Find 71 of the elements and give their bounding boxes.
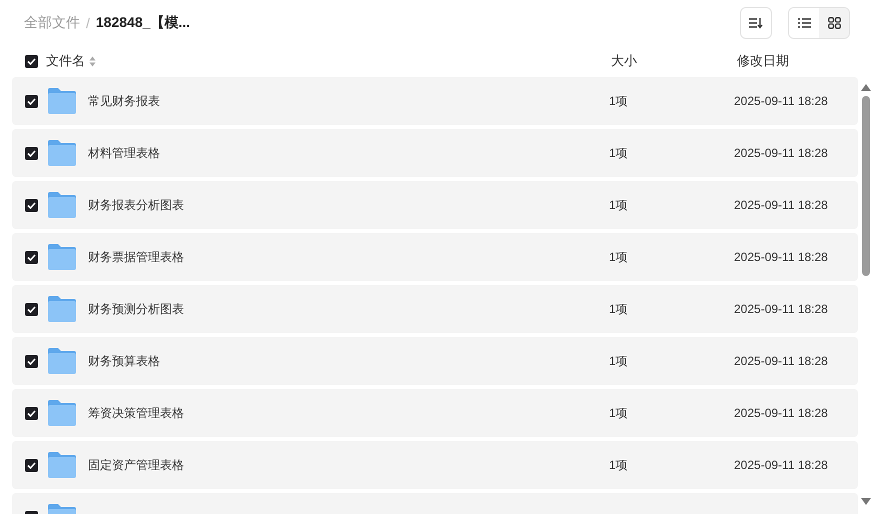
file-row[interactable]: 财务报表分析图表 1项 2025-09-11 18:28	[12, 181, 858, 229]
folder-icon	[47, 399, 77, 427]
checkbox[interactable]	[25, 54, 38, 68]
file-name[interactable]: 财务报表分析图表	[88, 198, 184, 212]
file-name[interactable]: 固定资产管理表格	[88, 458, 184, 472]
file-name[interactable]: 常见财务报表	[88, 94, 160, 108]
checkbox[interactable]	[25, 146, 38, 160]
folder-icon	[47, 191, 77, 219]
file-row[interactable]: 常见财务报表 1项 2025-09-11 18:28	[12, 77, 858, 125]
file-size: 1项	[609, 250, 628, 264]
check-icon	[27, 410, 36, 416]
checkbox[interactable]	[25, 250, 38, 264]
check-icon	[27, 98, 36, 104]
folder-icon	[47, 87, 77, 115]
modified-date: 2025-09-11 18:28	[734, 302, 828, 316]
check-icon	[27, 58, 36, 64]
list-view-button[interactable]	[789, 8, 819, 38]
modified-date: 2025-09-11 18:28	[734, 458, 828, 472]
checkbox[interactable]	[25, 354, 38, 368]
file-row[interactable]: 财务预测分析图表 1项 2025-09-11 18:28	[12, 285, 858, 333]
file-name[interactable]: 财务预测分析图表	[88, 302, 184, 316]
check-icon	[27, 358, 36, 364]
file-name[interactable]: 财务预算表格	[88, 354, 160, 368]
file-row[interactable]: 财务预算表格 1项 2025-09-11 18:28	[12, 337, 858, 385]
column-header[interactable]: 修改日期	[737, 52, 789, 70]
check-icon	[27, 462, 36, 468]
file-row[interactable]: 固定资产管理表格 1项 2025-09-11 18:28	[12, 441, 858, 489]
modified-date: 2025-09-11 18:28	[734, 146, 828, 160]
file-name[interactable]: 财务票据管理表格	[88, 250, 184, 264]
file-row[interactable]: 材料管理表格 1项 2025-09-11 18:28	[12, 129, 858, 177]
folder-icon	[47, 451, 77, 479]
sort-icon	[749, 16, 763, 28]
column-header[interactable]: 大小	[611, 52, 737, 70]
sort-button[interactable]	[740, 6, 772, 38]
scroll-up-icon[interactable]	[861, 83, 871, 91]
modified-date: 2025-09-11 18:28	[734, 406, 828, 420]
file-size: 1项	[609, 406, 628, 420]
list-icon	[798, 18, 810, 28]
modified-date: 2025-09-11 18:28	[734, 354, 828, 368]
check-icon	[27, 150, 36, 156]
grid-icon	[828, 16, 840, 28]
file-size: 1项	[609, 198, 628, 212]
checkbox[interactable]	[25, 94, 38, 108]
file-size: 1项	[609, 146, 628, 160]
folder-icon	[47, 243, 77, 271]
breadcrumb-separator: /	[86, 14, 90, 30]
file-name[interactable]: 筹资决策管理表格	[88, 406, 184, 420]
check-icon	[27, 306, 36, 312]
modified-date: 2025-09-11 18:28	[734, 250, 828, 264]
column-header[interactable]: 文件名	[46, 52, 85, 70]
file-size: 1项	[609, 458, 628, 472]
scroll-down-icon[interactable]	[861, 498, 871, 506]
file-size: 1项	[609, 94, 628, 108]
modified-date: 2025-09-11 18:28	[734, 198, 828, 212]
modified-date: 2025-09-11 18:28	[734, 94, 828, 108]
file-size: 1项	[609, 302, 628, 316]
file-size: 1项	[609, 354, 628, 368]
checkbox[interactable]	[25, 406, 38, 420]
checkbox[interactable]	[25, 302, 38, 316]
file-row[interactable]: 财务票据管理表格 1项 2025-09-11 18:28	[12, 233, 858, 281]
folder-icon	[47, 139, 77, 167]
scrollbar-thumb[interactable]	[862, 96, 870, 276]
folder-icon	[47, 347, 77, 375]
breadcrumb-item: 182848_【模...	[96, 14, 190, 32]
checkbox[interactable]	[25, 198, 38, 212]
file-name[interactable]: 材料管理表格	[88, 146, 160, 160]
check-icon	[27, 254, 36, 260]
check-icon	[27, 202, 36, 208]
folder-icon	[47, 295, 77, 323]
checkbox[interactable]	[25, 458, 38, 472]
file-row[interactable]: 筹资决策管理表格 1项 2025-09-11 18:28	[12, 389, 858, 437]
